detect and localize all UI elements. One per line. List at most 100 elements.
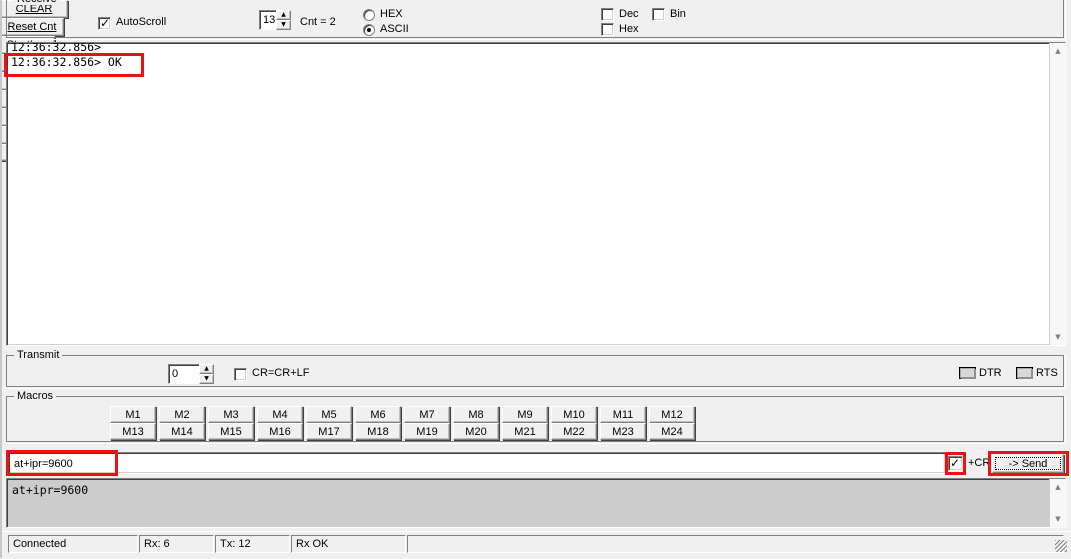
hex-small-label: Hex	[619, 23, 639, 35]
cnt-spinner[interactable]: 13 ▲ ▼	[259, 10, 291, 30]
dtr-label: DTR	[979, 367, 1002, 379]
dec-checkbox[interactable]	[601, 8, 614, 21]
macro-button-label: M20	[465, 425, 487, 438]
receive-text-area[interactable]: 12:36:32.856> 12:36:32.856> OK ▲ ▼	[6, 42, 1066, 346]
macro-button-m16[interactable]: M16	[257, 423, 303, 440]
hex-radio-label: HEX	[380, 8, 403, 20]
receive-scroll-down-icon[interactable]: ▼	[1050, 329, 1065, 345]
macro-button-m22[interactable]: M22	[551, 423, 597, 440]
macro-button-m3[interactable]: M3	[208, 406, 254, 423]
autoscroll-check-glyph: ✓	[100, 16, 111, 30]
cnt-spinner-up-icon[interactable]: ▲	[276, 10, 291, 20]
macro-button-m7[interactable]: M7	[404, 406, 450, 423]
transmit-log-scroll-up-icon[interactable]: ▲	[1050, 479, 1065, 495]
macro-button-label: M24	[661, 425, 683, 438]
cnt-spinner-down-icon[interactable]: ▼	[276, 20, 291, 30]
transmit-log-scroll-down-icon[interactable]: ▼	[1050, 511, 1065, 527]
cnt-display-label: Cnt = 2	[300, 16, 336, 28]
macro-button-label: M6	[370, 408, 386, 421]
macro-button-m12[interactable]: M12	[649, 406, 695, 423]
macro-row-bottom: M13 M14 M15 M16 M17 M18 M19 M20 M21 M22 M23 M24	[110, 423, 698, 440]
status-bar: Connected Rx: 6 Tx: 12 Rx OK	[0, 531, 1071, 559]
cnt-spinner-value[interactable]: 13	[259, 10, 276, 30]
macro-button-m6[interactable]: M6	[355, 406, 401, 423]
dtr-indicator-lamp	[961, 369, 976, 379]
send-input[interactable]: at+ipr=9600	[8, 452, 946, 474]
macro-button-m9[interactable]: M9	[502, 406, 548, 423]
dtr-indicator[interactable]	[959, 367, 976, 379]
macro-button-m13[interactable]: M13	[110, 423, 156, 440]
cnt-spinner-arrows[interactable]: ▲ ▼	[276, 10, 291, 30]
delay-spinner[interactable]: 0 ▲ ▼	[168, 364, 214, 384]
macro-button-label: M3	[223, 408, 239, 421]
crlf-checkbox[interactable]	[234, 368, 247, 381]
macro-button-m20[interactable]: M20	[453, 423, 499, 440]
macro-button-m14[interactable]: M14	[159, 423, 205, 440]
receive-line-0: 12:36:32.856>	[11, 42, 102, 54]
macro-button-label: M15	[220, 425, 242, 438]
macro-button-label: M5	[321, 408, 337, 421]
macro-button-label: M23	[612, 425, 634, 438]
macro-button-m23[interactable]: M23	[600, 423, 646, 440]
status-tx-count: Tx: 12	[215, 535, 290, 553]
macro-button-label: M14	[171, 425, 193, 438]
macro-button-m18[interactable]: M18	[355, 423, 401, 440]
hex-radio[interactable]	[363, 9, 375, 21]
delay-spinner-value[interactable]: 0	[168, 364, 199, 384]
ascii-radio[interactable]	[363, 24, 375, 36]
macro-button-label: M13	[122, 425, 144, 438]
macro-button-label: M19	[416, 425, 438, 438]
macro-button-label: M7	[419, 408, 435, 421]
resize-grip-icon[interactable]	[1055, 540, 1067, 552]
rts-indicator[interactable]	[1016, 367, 1033, 379]
macro-button-m2[interactable]: M2	[159, 406, 205, 423]
status-rx-count: Rx: 6	[139, 535, 214, 553]
macro-button-m1[interactable]: M1	[110, 406, 156, 423]
macro-button-m15[interactable]: M15	[208, 423, 254, 440]
rts-indicator-lamp	[1018, 369, 1033, 379]
macro-button-m11[interactable]: M11	[600, 406, 646, 423]
macro-button-label: M1	[125, 408, 141, 421]
status-connection: Connected	[8, 535, 138, 553]
transmit-log-line-0: at+ipr=9600	[12, 483, 89, 497]
serial-terminal-window: Receive CLEAR ✓ AutoScroll Reset Cnt 13 …	[0, 0, 1071, 559]
transmit-log-scrollbar[interactable]: ▲ ▼	[1049, 479, 1065, 527]
delay-spinner-arrows[interactable]: ▲ ▼	[199, 364, 214, 384]
rts-label: RTS	[1036, 367, 1058, 379]
macro-button-m8[interactable]: M8	[453, 406, 499, 423]
transmit-group	[6, 355, 1066, 389]
autoscroll-label: AutoScroll	[116, 16, 167, 28]
delay-spinner-down-icon[interactable]: ▼	[199, 374, 214, 384]
dec-label: Dec	[619, 8, 639, 20]
hex-small-checkbox[interactable]	[601, 23, 614, 36]
macro-button-label: M11	[612, 408, 634, 421]
macro-button-m21[interactable]: M21	[502, 423, 548, 440]
receive-scroll-up-icon[interactable]: ▲	[1050, 43, 1065, 59]
macro-button-label: M12	[661, 408, 683, 421]
delay-spinner-up-icon[interactable]: ▲	[199, 364, 214, 374]
macro-button-m10[interactable]: M10	[551, 406, 597, 423]
macro-button-label: M9	[517, 408, 533, 421]
macro-button-label: M18	[367, 425, 389, 438]
macro-button-m24[interactable]: M24	[649, 423, 695, 440]
transmit-group-label: Transmit	[14, 349, 63, 361]
send-button-label: -> Send	[1008, 457, 1048, 470]
send-button[interactable]: -> Send	[992, 454, 1064, 473]
autoscroll-checkbox[interactable]: ✓	[98, 17, 111, 30]
receive-scrollbar[interactable]: ▲ ▼	[1049, 43, 1065, 345]
send-input-value: at+ipr=9600	[14, 458, 73, 470]
macros-group-label: Macros	[14, 390, 57, 402]
macro-button-m19[interactable]: M19	[404, 423, 450, 440]
macro-button-m17[interactable]: M17	[306, 423, 352, 440]
macro-button-m4[interactable]: M4	[257, 406, 303, 423]
cr-checkbox[interactable]: ✓	[948, 456, 963, 471]
cr-label: +CR	[968, 457, 991, 469]
transmit-log-area[interactable]: at+ipr=9600 ▲ ▼	[6, 478, 1066, 528]
macro-button-label: M22	[563, 425, 585, 438]
bin-checkbox[interactable]	[652, 8, 665, 21]
macro-button-label: M16	[269, 425, 291, 438]
crlf-label: CR=CR+LF	[252, 367, 310, 379]
receive-group-label: Receive	[14, 0, 60, 5]
macro-button-label: M21	[514, 425, 536, 438]
macro-button-m5[interactable]: M5	[306, 406, 352, 423]
